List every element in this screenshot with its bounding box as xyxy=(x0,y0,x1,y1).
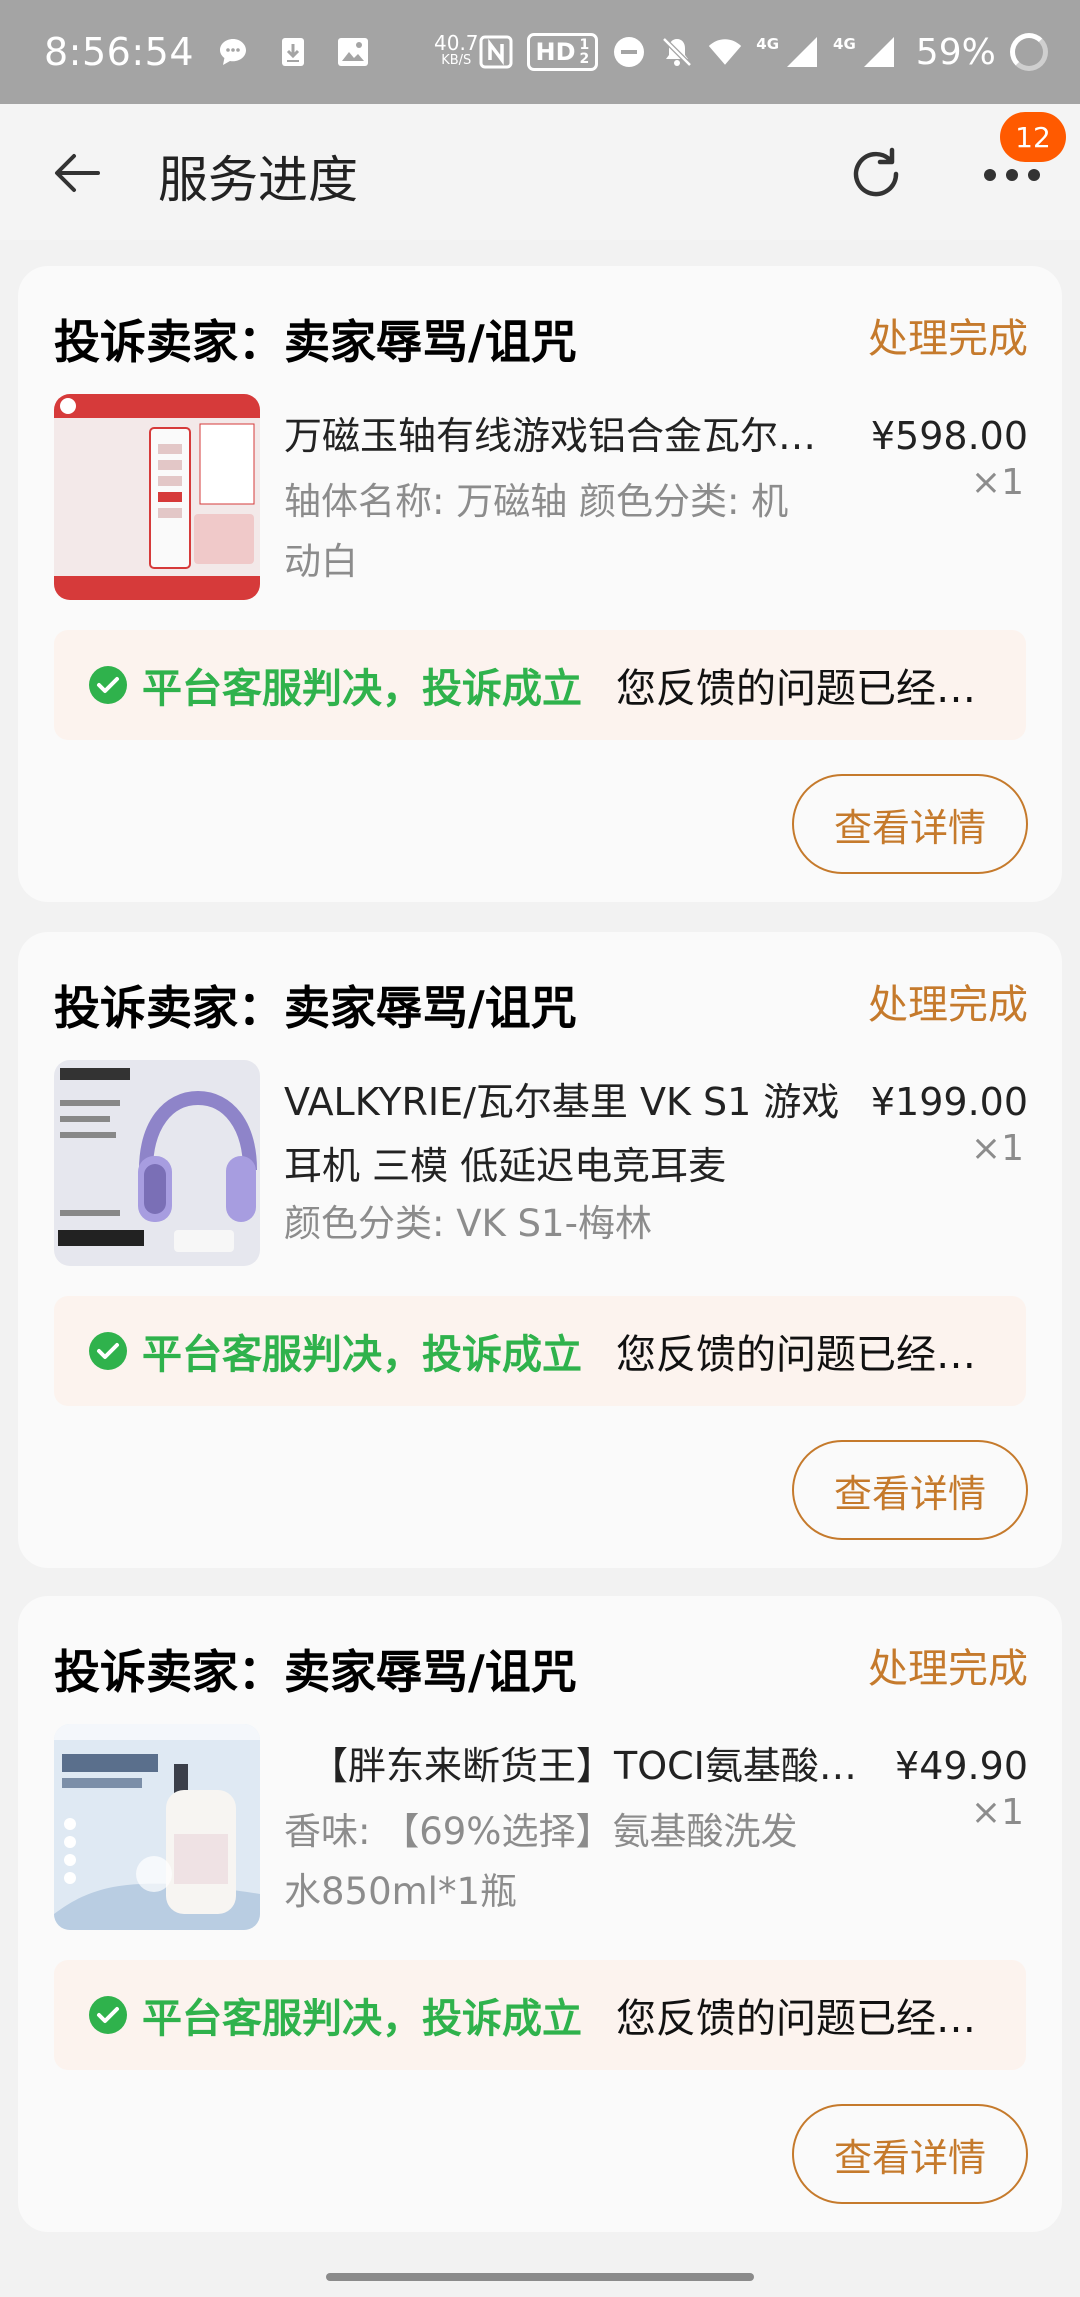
verdict-label: 平台客服判决，投诉成立 xyxy=(142,1996,582,2042)
product-price: ¥199.00 xyxy=(870,1080,1028,1124)
verdict-message: 您反馈的问题已经核实 xyxy=(616,666,986,712)
page-title: 服务进度 xyxy=(158,151,358,209)
view-details-button[interactable]: 查看详情 xyxy=(792,774,1028,874)
hd-voice-badge: HD 1 2 xyxy=(526,33,599,71)
image-icon xyxy=(336,35,370,69)
complaint-status: 处理完成 xyxy=(868,316,1028,362)
network-type-2: 4G xyxy=(833,35,856,53)
status-bar: 8:56:54 40.7 KB/S HD 1 2 4G 4G 59% xyxy=(0,0,1080,104)
check-circle-icon xyxy=(89,1996,127,2034)
product-title[interactable]: 万磁玉轴有线游戏铝合金瓦尔基里电竞键盘 xyxy=(284,404,844,468)
battery-level: 59% xyxy=(915,31,996,73)
product-thumbnail[interactable] xyxy=(54,1060,260,1266)
verdict-label: 平台客服判决，投诉成立 xyxy=(142,1332,582,1378)
dnd-icon xyxy=(612,35,646,69)
message-icon xyxy=(216,35,250,69)
complaint-status: 处理完成 xyxy=(868,982,1028,1028)
network-type-1: 4G xyxy=(756,35,780,53)
gesture-bar[interactable] xyxy=(326,2273,754,2281)
verdict-message: 您反馈的问题已经核实 xyxy=(616,1332,986,1378)
complaint-card[interactable]: 投诉卖家：卖家辱骂/诅咒 处理完成 万磁玉轴有线游戏铝合金瓦尔基里电竞键盘 轴体… xyxy=(18,266,1062,902)
complaint-card[interactable]: 投诉卖家：卖家辱骂/诅咒 处理完成 【胖东来断货王】TOCI氨基酸洗发水 香味:… xyxy=(18,1596,1062,2232)
complaint-title: 投诉卖家：卖家辱骂/诅咒 xyxy=(54,315,577,369)
download-icon xyxy=(276,35,310,69)
message-count-badge: 12 xyxy=(1000,112,1066,162)
complaint-status: 处理完成 xyxy=(868,1646,1028,1692)
product-spec: 颜色分类: VK S1-梅林 xyxy=(284,1202,652,1245)
view-details-button[interactable]: 查看详情 xyxy=(792,2104,1028,2204)
back-arrow-icon[interactable] xyxy=(50,146,104,200)
mute-bell-icon xyxy=(660,35,694,69)
battery-icon xyxy=(1009,33,1048,71)
verdict-banner[interactable]: 平台客服判决，投诉成立 您反馈的问题已经核实 xyxy=(54,630,1026,740)
more-icon[interactable] xyxy=(980,160,1044,190)
verdict-banner[interactable]: 平台客服判决，投诉成立 您反馈的问题已经核实 xyxy=(54,1960,1026,2070)
verdict-label: 平台客服判决，投诉成立 xyxy=(142,666,582,712)
nfc-icon xyxy=(479,35,513,69)
complaint-title: 投诉卖家：卖家辱骂/诅咒 xyxy=(54,1645,577,1699)
check-circle-icon xyxy=(89,666,127,704)
complaint-card[interactable]: 投诉卖家：卖家辱骂/诅咒 处理完成 VALKYRIE/瓦尔基里 VK S1 游戏… xyxy=(18,932,1062,1568)
product-title[interactable]: VALKYRIE/瓦尔基里 VK S1 游戏耳机 三模 低延迟电竞耳麦 xyxy=(284,1070,844,1198)
check-circle-icon xyxy=(89,1332,127,1370)
product-title[interactable]: 【胖东来断货王】TOCI氨基酸洗发水 xyxy=(310,1734,870,1798)
complaint-title: 投诉卖家：卖家辱骂/诅咒 xyxy=(54,981,577,1035)
status-time: 8:56:54 xyxy=(44,30,194,74)
product-quantity: ×1 xyxy=(970,1128,1024,1169)
verdict-message: 您反馈的问题已经核实 xyxy=(616,1996,986,2042)
refresh-icon[interactable] xyxy=(846,144,906,204)
product-thumbnail[interactable] xyxy=(54,1724,260,1930)
view-details-button[interactable]: 查看详情 xyxy=(792,1440,1028,1540)
product-price: ¥598.00 xyxy=(870,414,1028,458)
wifi-icon xyxy=(708,35,742,69)
verdict-banner[interactable]: 平台客服判决，投诉成立 您反馈的问题已经核实 xyxy=(54,1296,1026,1406)
product-spec: 香味: 【69%选择】氨基酸洗发水850ml*1瓶 xyxy=(284,1810,798,1913)
product-quantity: ×1 xyxy=(970,1792,1024,1833)
product-quantity: ×1 xyxy=(970,462,1024,503)
signal-icon-1 xyxy=(785,35,819,69)
product-thumbnail[interactable] xyxy=(54,394,260,600)
signal-icon-2 xyxy=(862,35,896,69)
nav-bar: 服务进度 12 xyxy=(0,104,1080,240)
net-speed: 40.7 KB/S xyxy=(434,31,479,68)
product-price: ¥49.90 xyxy=(895,1744,1028,1788)
product-spec: 轴体名称: 万磁轴 颜色分类: 机动白 xyxy=(284,480,789,583)
